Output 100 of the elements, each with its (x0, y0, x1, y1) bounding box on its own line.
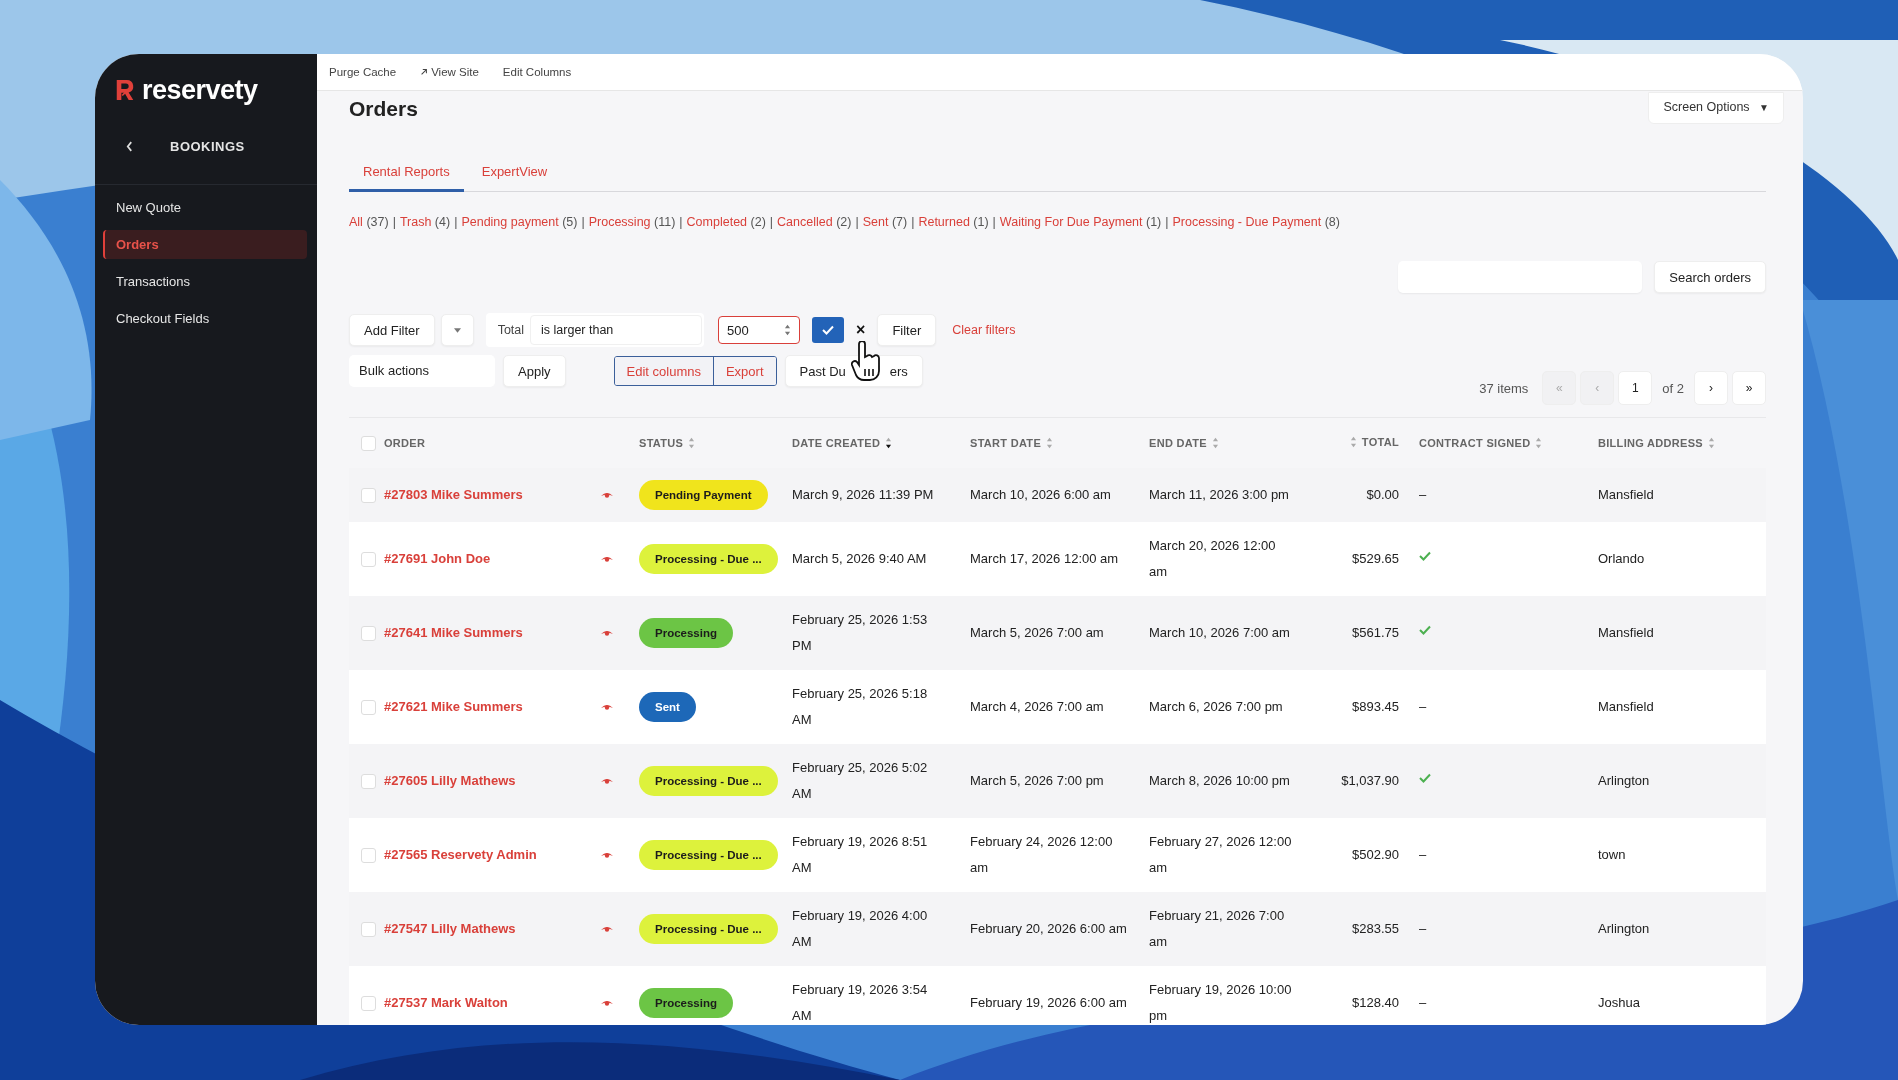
page-title: Orders (349, 97, 418, 121)
column-header[interactable]: BILLING ADDRESS (1598, 430, 1703, 456)
table-cell: $1,037.90 (1341, 773, 1399, 788)
order-link[interactable]: #27605 Lilly Mathews (384, 773, 516, 788)
column-header[interactable]: ORDER (384, 430, 426, 456)
table-cell: $561.75 (1352, 625, 1399, 640)
table-cell: March 5, 2026 7:00 pm (970, 773, 1104, 788)
status-filter-link[interactable]: Pending payment (5) (461, 215, 578, 229)
table-cell: – (1419, 699, 1427, 714)
group-button[interactable]: Edit columns (614, 357, 713, 385)
status-filter-link[interactable]: Waiting For Due Payment (1) (999, 215, 1162, 229)
eye-icon[interactable] (600, 851, 614, 859)
top-bar-link[interactable]: Edit Columns (502, 66, 572, 78)
status-badge: Sent (639, 692, 696, 722)
eye-icon[interactable] (600, 999, 614, 1007)
add-filter-button[interactable]: Add Filter (349, 314, 435, 346)
page-field[interactable]: 1 (1618, 371, 1653, 405)
table-cell: March 8, 2026 10:00 pm (1149, 773, 1290, 788)
check-icon (822, 325, 835, 335)
table-cell: – (1419, 995, 1427, 1010)
value-field[interactable]: 500 (718, 316, 801, 344)
logo-text: reservety (142, 74, 258, 106)
sort-icon[interactable] (885, 437, 893, 449)
status-filter-link[interactable]: Trash (4) (399, 215, 451, 229)
order-link[interactable]: #27803 Mike Summers (384, 487, 523, 502)
eye-icon[interactable] (600, 491, 614, 499)
checkbox[interactable] (361, 773, 376, 789)
status-filter-link[interactable]: Completed (2) (686, 215, 766, 229)
eye-icon[interactable] (600, 925, 614, 933)
status-filter-link[interactable]: All (37) (349, 215, 389, 229)
apply-button[interactable]: Apply (503, 355, 566, 387)
eye-icon[interactable] (600, 703, 614, 711)
separator: | (1165, 215, 1169, 229)
checkbox[interactable] (361, 921, 376, 937)
confirm-button[interactable] (812, 317, 845, 343)
column-header[interactable]: START DATE (970, 430, 1042, 456)
pointer-cursor-icon (850, 341, 881, 381)
top-bar-link[interactable]: Purge Cache (329, 66, 397, 78)
checkbox[interactable] (361, 487, 376, 503)
status-badge: Processing - Due ... (639, 544, 778, 574)
order-link[interactable]: #27691 John Doe (384, 551, 491, 566)
top-bar-link[interactable]: View Site (420, 66, 479, 78)
status-badge: Processing - Due ... (639, 914, 778, 944)
sidebar-item[interactable]: Checkout Fields (103, 304, 307, 333)
filter-field-label: Total (497, 323, 525, 337)
order-link[interactable]: #27641 Mike Summers (384, 625, 523, 640)
table-cell: March 17, 2026 12:00 am (970, 551, 1119, 566)
screen-options-button[interactable]: Screen Options ▼ (1648, 92, 1784, 124)
checkbox[interactable] (361, 435, 376, 451)
tab[interactable]: ExpertView (467, 158, 562, 192)
table-cell: March 20, 2026 12:00 am (1149, 538, 1276, 579)
tab[interactable]: Rental Reports (349, 158, 464, 192)
table-cell: February 21, 2026 7:00 am (1149, 908, 1285, 949)
column-header[interactable]: DATE CREATED (792, 430, 881, 456)
status-filter-link[interactable]: Processing (11) (588, 215, 676, 229)
checkbox[interactable] (361, 699, 376, 715)
separator: | (679, 215, 683, 229)
table-cell: $502.90 (1352, 847, 1399, 862)
clear-filters-link[interactable]: Clear filters (952, 323, 1016, 337)
operator-select[interactable]: is larger than (530, 315, 703, 345)
filter-button[interactable]: Filter (877, 314, 937, 346)
column-header[interactable]: TOTAL (1361, 429, 1399, 455)
separator: | (911, 215, 915, 229)
checkbox[interactable] (361, 995, 376, 1011)
order-link[interactable]: #27537 Mark Walton (384, 995, 508, 1010)
status-filter-link[interactable]: Processing - Due Payment (8) (1172, 215, 1340, 229)
eye-icon[interactable] (600, 629, 614, 637)
table-cell: February 20, 2026 6:00 am (970, 921, 1127, 936)
back-chevron-icon[interactable] (126, 140, 133, 152)
table-cell: February 25, 2026 5:18 AM (792, 686, 928, 727)
status-filter-link[interactable]: Returned (1) (918, 215, 989, 229)
eye-icon[interactable] (600, 555, 614, 563)
section-title: BOOKINGS (170, 138, 245, 154)
column-header[interactable]: STATUS (639, 430, 684, 456)
column-header[interactable]: CONTRACT SIGNED (1419, 430, 1531, 456)
checkbox[interactable] (361, 625, 376, 641)
order-link[interactable]: #27621 Mike Summers (384, 699, 523, 714)
last-page-button[interactable]: » (1732, 371, 1766, 405)
table-cell: February 27, 2026 12:00 am (1149, 834, 1292, 875)
order-link[interactable]: #27547 Lilly Mathews (384, 921, 516, 936)
status-filter-link[interactable]: Cancelled (2) (777, 215, 852, 229)
close-button[interactable]: × (850, 321, 872, 339)
bulk-actions-select[interactable]: Bulk actions (349, 355, 495, 387)
table-cell: $529.65 (1352, 551, 1399, 566)
sidebar-item[interactable]: New Quote (103, 193, 307, 222)
group-button[interactable]: Export (712, 357, 776, 385)
checkbox[interactable] (361, 551, 376, 567)
column-header[interactable]: END DATE (1149, 430, 1207, 456)
sidebar-item[interactable]: Transactions (103, 267, 307, 296)
order-link[interactable]: #27565 Reservety Admin (384, 847, 537, 862)
table-cell: Arlington (1598, 921, 1650, 936)
table-cell: February 19, 2026 10:00 pm (1149, 982, 1292, 1023)
sidebar-item[interactable]: Orders (103, 230, 307, 259)
search-orders-button[interactable]: Search orders (1654, 261, 1766, 293)
eye-icon[interactable] (600, 777, 614, 785)
dropdown-button[interactable] (440, 314, 474, 346)
next-page-button[interactable]: › (1694, 371, 1728, 405)
checkbox[interactable] (361, 847, 376, 863)
status-badge: Pending Payment (639, 480, 768, 510)
status-filter-link[interactable]: Sent (7) (862, 215, 908, 229)
